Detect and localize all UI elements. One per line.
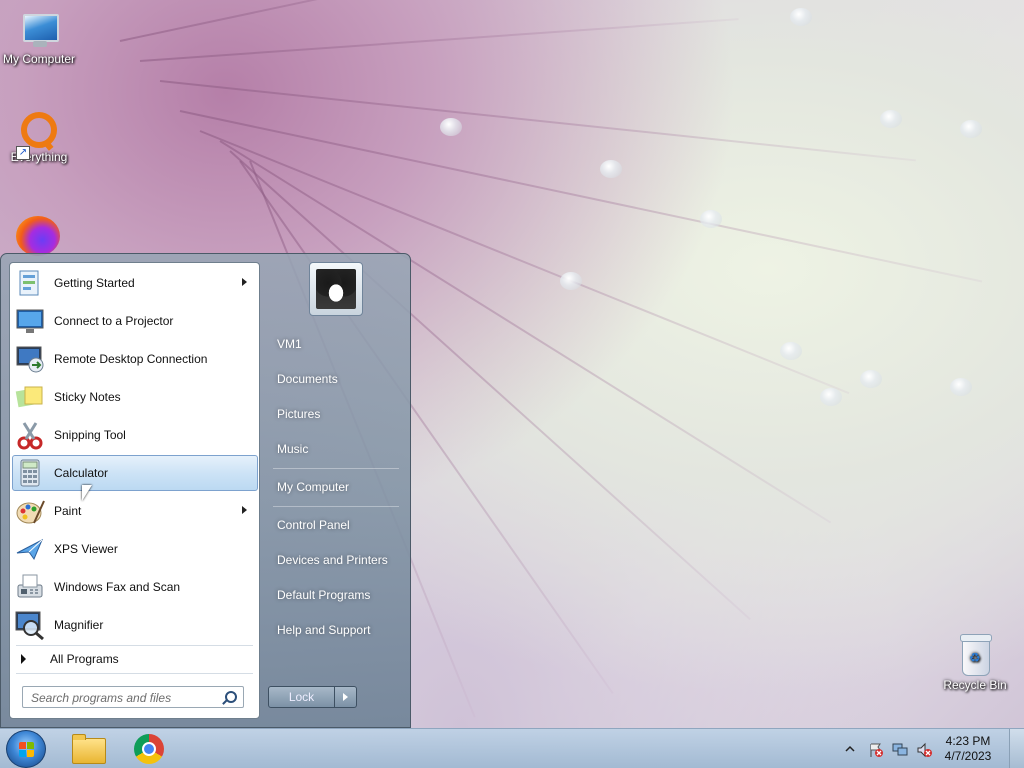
computer-icon <box>17 10 61 50</box>
clock-date: 4/7/2023 <box>944 749 992 763</box>
program-label: Calculator <box>54 466 109 480</box>
desktop-icon-everything[interactable]: Everything <box>0 112 78 164</box>
getting-started-icon <box>14 267 46 299</box>
desktop-icon-recycle-bin[interactable]: ♻ Recycle Bin <box>936 632 1014 692</box>
search-input[interactable] <box>29 689 218 707</box>
start-link-music[interactable]: Music <box>267 435 405 463</box>
start-link-devices-and-printers[interactable]: Devices and Printers <box>267 546 405 574</box>
action-center-flag-icon[interactable] <box>868 742 884 757</box>
everything-search-icon <box>21 112 57 148</box>
desktop-icon-label: Recycle Bin <box>943 678 1007 692</box>
recycle-bin-icon: ♻ <box>958 632 992 676</box>
magnifier-icon <box>14 609 46 641</box>
remote-desktop-icon <box>14 343 46 375</box>
submenu-arrow-icon <box>242 506 247 514</box>
search-icon[interactable] <box>225 691 237 703</box>
program-paint[interactable]: Paint <box>12 493 258 529</box>
calculator-icon <box>14 457 46 489</box>
start-link-pictures[interactable]: Pictures <box>267 400 405 428</box>
program-label: Sticky Notes <box>54 390 121 404</box>
start-link-my-computer[interactable]: My Computer <box>267 473 405 501</box>
divider <box>16 645 253 646</box>
program-label: Getting Started <box>54 276 135 290</box>
xps-viewer-icon <box>14 533 46 565</box>
program-snipping-tool[interactable]: Snipping Tool <box>12 417 258 453</box>
start-link-control-panel[interactable]: Control Panel <box>267 511 405 539</box>
taskbar: 4:23 PM 4/7/2023 <box>0 728 1024 768</box>
program-magnifier[interactable]: Magnifier <box>12 607 258 643</box>
program-windows-fax-and-scan[interactable]: Windows Fax and Scan <box>12 569 258 605</box>
program-label: Snipping Tool <box>54 428 126 442</box>
program-calculator[interactable]: Calculator <box>12 455 258 491</box>
program-getting-started[interactable]: Getting Started <box>12 265 258 301</box>
network-icon[interactable] <box>892 742 908 756</box>
lock-button[interactable]: Lock <box>268 686 335 708</box>
program-xps-viewer[interactable]: XPS Viewer <box>12 531 258 567</box>
clock-time: 4:23 PM <box>945 734 991 748</box>
all-programs-button[interactable]: All Programs <box>18 648 248 670</box>
start-menu: Getting Started Connect to a Projector R… <box>0 253 411 728</box>
start-link-vm1[interactable]: VM1 <box>267 330 405 358</box>
dog-photo-icon <box>316 269 356 309</box>
divider <box>273 468 399 469</box>
shutdown-options-button[interactable] <box>335 686 357 708</box>
taskbar-button-windows-explorer[interactable] <box>62 732 110 766</box>
firefox-icon[interactable] <box>16 216 60 256</box>
start-menu-programs-pane: Getting Started Connect to a Projector R… <box>9 262 260 719</box>
user-account-picture[interactable] <box>309 262 363 316</box>
program-label: Magnifier <box>54 618 104 632</box>
fax-icon <box>14 571 46 603</box>
start-link-documents[interactable]: Documents <box>267 365 405 393</box>
expand-arrow-icon <box>21 654 26 664</box>
taskbar-button-chrome[interactable] <box>124 732 172 766</box>
show-desktop-button[interactable] <box>1009 729 1024 768</box>
start-search-box[interactable] <box>22 686 244 708</box>
submenu-arrow-icon <box>242 278 247 286</box>
start-link-help-and-support[interactable]: Help and Support <box>267 616 405 644</box>
mouse-cursor-icon <box>82 485 92 501</box>
windows-explorer-icon <box>72 734 106 764</box>
shortcut-arrow-icon: ↗ <box>16 146 30 160</box>
desktop-icon-my-computer[interactable]: My Computer <box>0 10 78 66</box>
sticky-notes-icon <box>14 381 46 413</box>
start-link-default-programs[interactable]: Default Programs <box>267 581 405 609</box>
paint-palette-icon <box>14 495 46 527</box>
divider <box>273 506 399 507</box>
start-button[interactable] <box>6 730 46 768</box>
windows-logo-icon <box>19 742 35 757</box>
desktop-icon-label: Everything <box>10 150 68 164</box>
program-connect-to-a-projector[interactable]: Connect to a Projector <box>12 303 258 339</box>
all-programs-label: All Programs <box>50 652 119 666</box>
program-label: Connect to a Projector <box>54 314 174 328</box>
program-label: Paint <box>54 504 82 518</box>
volume-muted-icon[interactable] <box>916 742 932 758</box>
program-remote-desktop-connection[interactable]: Remote Desktop Connection <box>12 341 258 377</box>
projector-icon <box>14 305 46 337</box>
desktop-icon-label: My Computer <box>2 52 76 66</box>
program-label: Remote Desktop Connection <box>54 352 208 366</box>
program-label: Windows Fax and Scan <box>54 580 181 594</box>
program-sticky-notes[interactable]: Sticky Notes <box>12 379 258 415</box>
scissors-icon <box>14 419 46 451</box>
program-label: XPS Viewer <box>54 542 118 556</box>
chrome-icon <box>134 734 164 764</box>
system-clock[interactable]: 4:23 PM 4/7/2023 <box>938 734 998 764</box>
divider <box>16 673 253 674</box>
show-hidden-icons-icon[interactable] <box>842 742 858 756</box>
